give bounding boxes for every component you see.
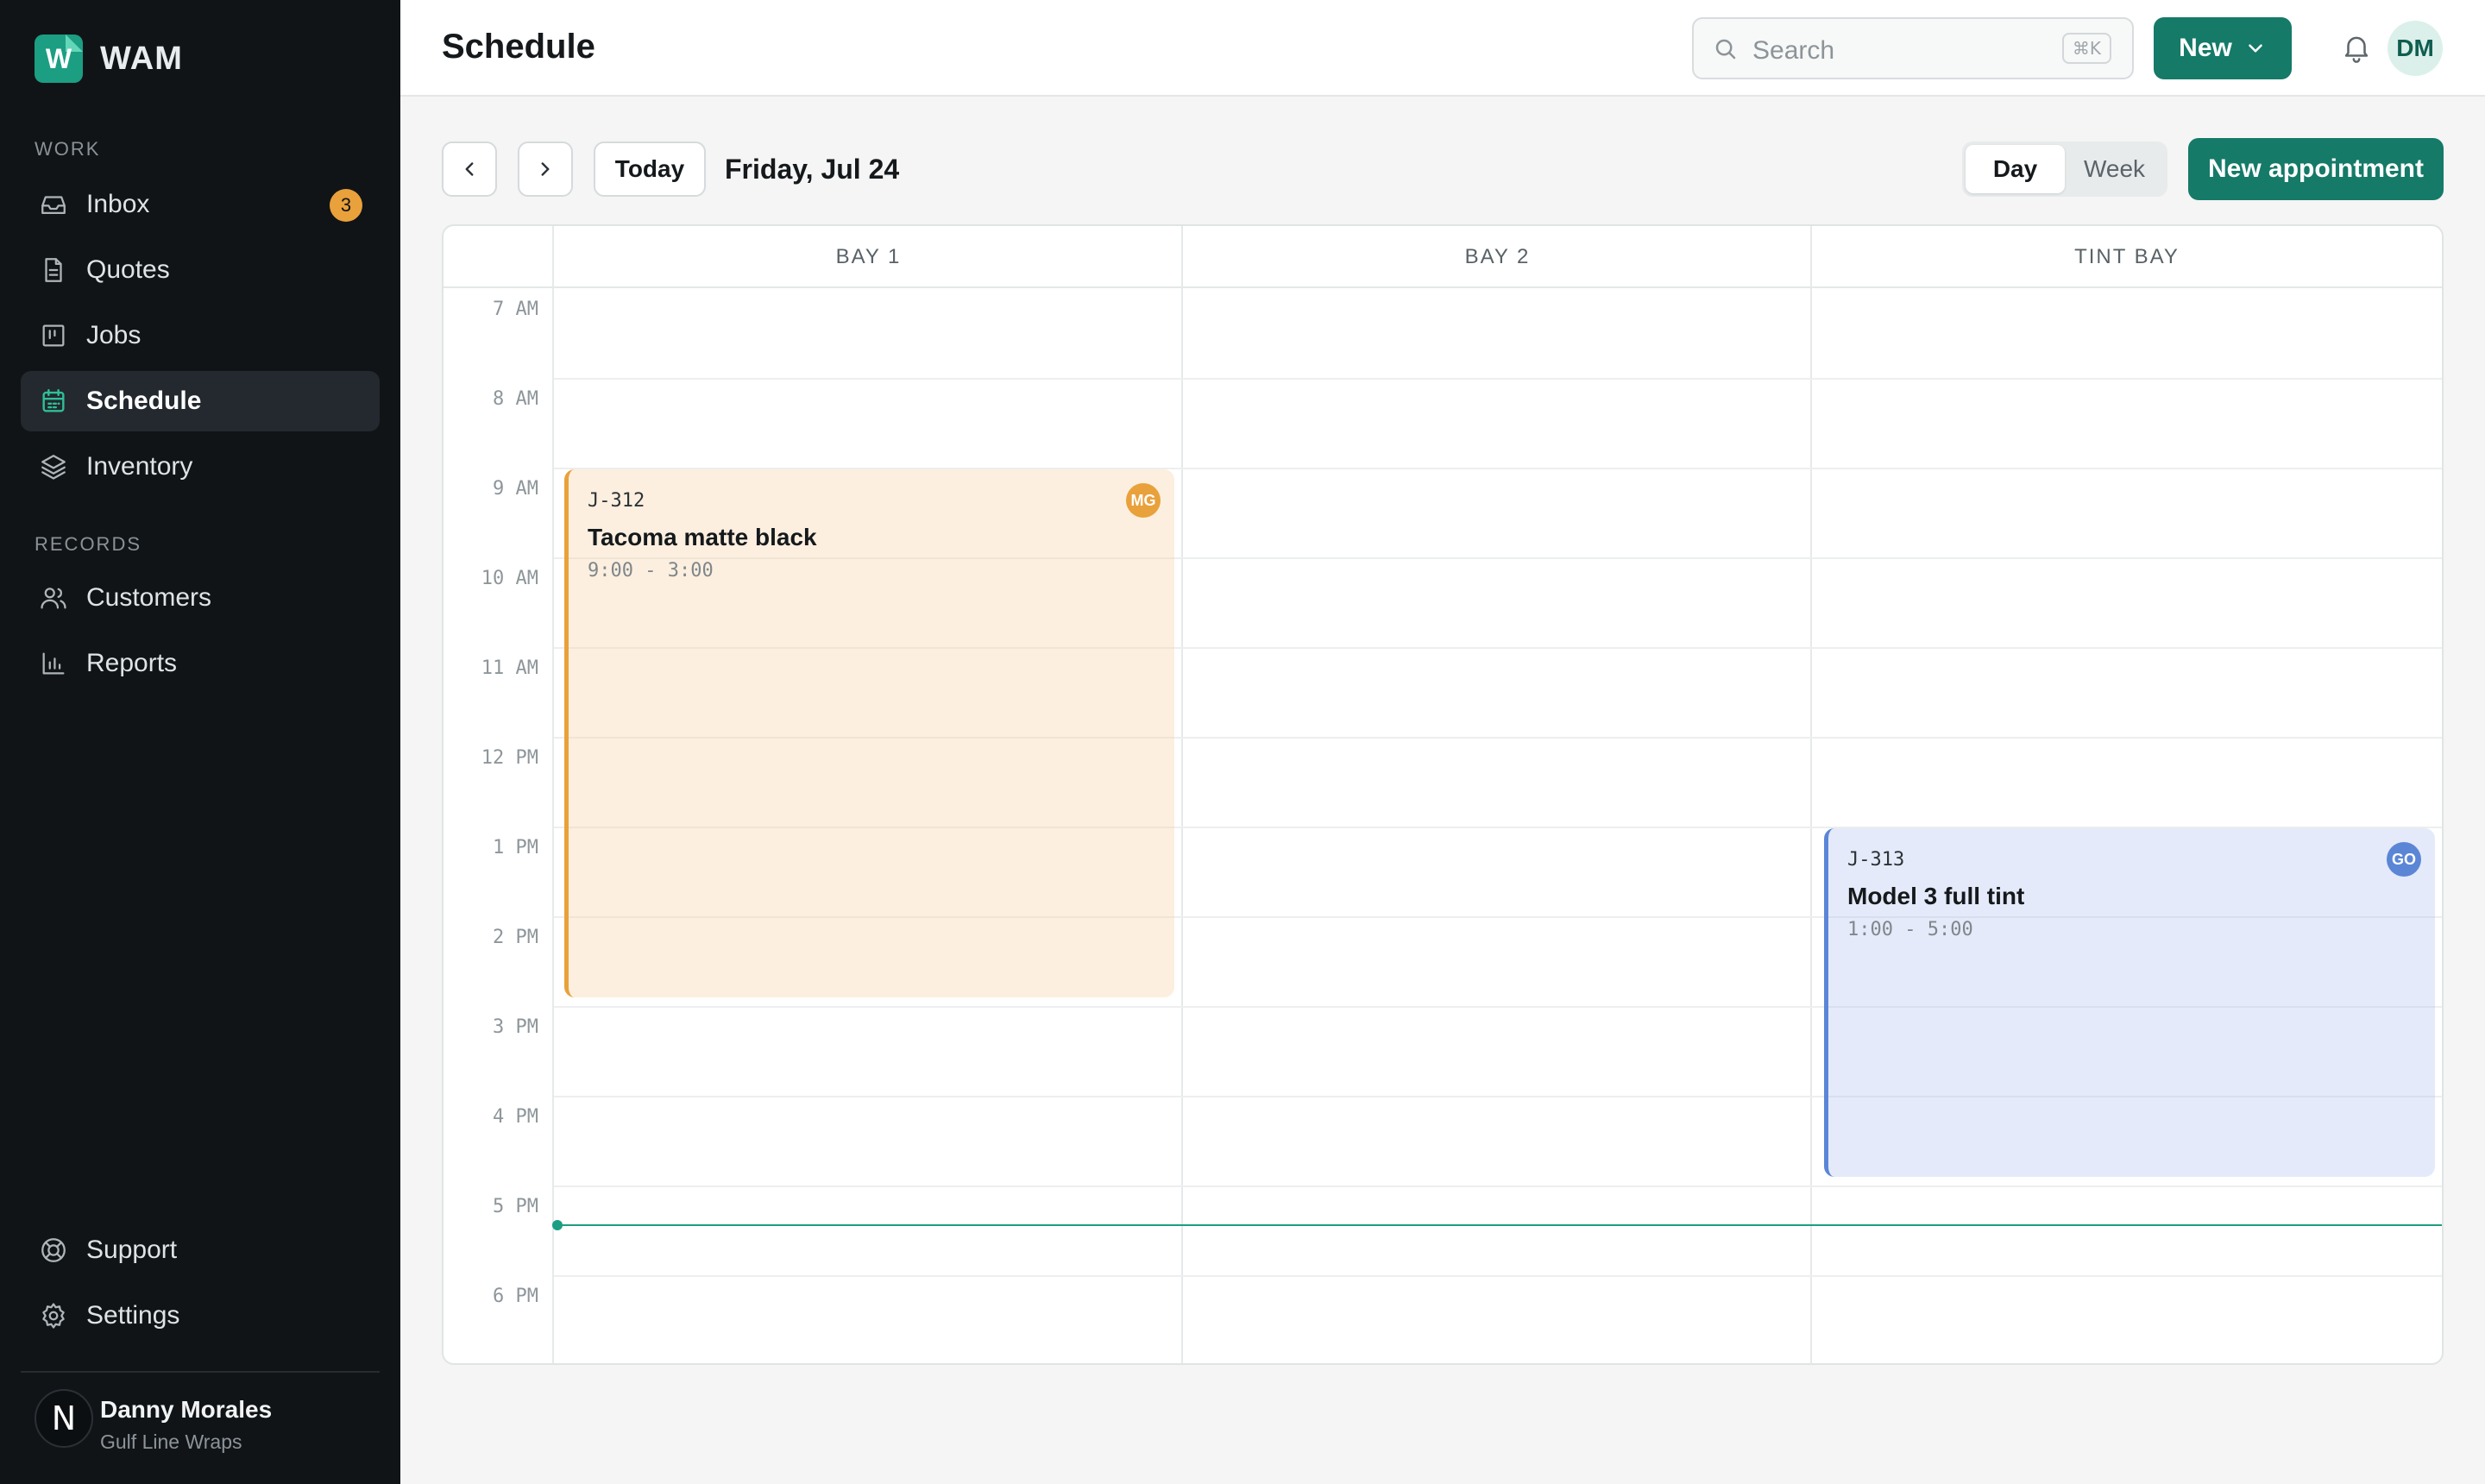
users-icon [38, 582, 69, 613]
time-label: 5 PM [493, 1196, 538, 1217]
layers-icon [38, 451, 69, 482]
current-time-line [557, 1224, 2442, 1226]
sidebar-item-label: Settings [86, 1301, 180, 1330]
appointment-time: 1:00 - 5:00 [1847, 919, 1973, 940]
assignee-avatar: GO [2387, 842, 2421, 877]
sidebar-item-label: Customers [86, 583, 212, 612]
sidebar-item-reports[interactable]: Reports [21, 633, 380, 694]
sidebar-item-inventory[interactable]: Inventory [21, 437, 380, 497]
column-divider [1181, 226, 1183, 1363]
wam-logo: W [35, 35, 83, 83]
appointment-card[interactable]: J-312 Tacoma matte black 9:00 - 3:00 MG [564, 469, 1174, 997]
hour-line [554, 378, 2442, 380]
time-label: 1 PM [493, 837, 538, 858]
current-time-dot [552, 1220, 563, 1230]
appointment-title: Tacoma matte black [588, 524, 817, 550]
assignee-avatar: MG [1126, 483, 1161, 518]
column-divider [1810, 226, 1812, 1363]
new-appointment-button[interactable]: New appointment [2188, 138, 2444, 200]
time-label: 3 PM [493, 1016, 538, 1038]
search-placeholder: Search [1752, 36, 1835, 65]
brand-name: WAM [100, 40, 183, 77]
bar-chart-icon [38, 648, 69, 679]
calendar-header: BAY 1 BAY 2 TINT BAY [444, 226, 2442, 288]
time-label: 9 AM [493, 478, 538, 500]
search-icon [1715, 39, 1736, 60]
time-gutter-divider [552, 226, 554, 1363]
kanban-icon [38, 320, 69, 351]
time-label: 8 AM [493, 388, 538, 410]
top-bar: Schedule Search ⌘K New DM [400, 0, 2485, 97]
calendar-icon [38, 386, 69, 417]
app-root: W WAM WORK Inbox 3 Quotes Jobs Schedule … [0, 0, 2485, 1484]
account-avatar[interactable]: DM [2387, 21, 2443, 76]
sidebar: W WAM WORK Inbox 3 Quotes Jobs Schedule … [0, 0, 400, 1484]
sidebar-item-label: Inbox [86, 190, 150, 218]
brand[interactable]: W WAM [35, 35, 183, 83]
gear-icon [38, 1300, 69, 1331]
time-label: 12 PM [481, 747, 538, 769]
new-button[interactable]: New [2154, 17, 2292, 79]
appointment-time: 9:00 - 3:00 [588, 560, 714, 582]
chevron-down-icon [2249, 44, 2262, 53]
page-title: Schedule [442, 28, 595, 66]
time-label: 11 AM [481, 657, 538, 679]
appointment-title: Model 3 full tint [1847, 883, 2025, 909]
user-avatar[interactable]: N [35, 1389, 93, 1448]
appointment-code: J-313 [1847, 849, 1905, 871]
current-date: Friday, Jul 24 [725, 154, 900, 185]
sidebar-item-settings[interactable]: Settings [21, 1286, 380, 1346]
sidebar-item-label: Reports [86, 649, 178, 677]
previous-day-button[interactable] [442, 141, 497, 197]
hour-line [554, 1185, 2442, 1187]
schedule-calendar: BAY 1 BAY 2 TINT BAY 7 AM 8 AM 9 AM 10 A… [442, 224, 2444, 1365]
appointment-card[interactable]: J-313 Model 3 full tint 1:00 - 5:00 GO [1824, 828, 2435, 1177]
sidebar-item-quotes[interactable]: Quotes [21, 240, 380, 300]
sidebar-item-label: Quotes [86, 255, 170, 284]
sidebar-item-label: Inventory [86, 452, 193, 481]
time-label: 10 AM [481, 568, 538, 589]
search-shortcut: ⌘K [2061, 33, 2111, 64]
time-label: 4 PM [493, 1106, 538, 1128]
time-label: 2 PM [493, 927, 538, 948]
column-header-tint-bay: TINT BAY [2074, 245, 2180, 268]
inbox-icon [38, 189, 69, 220]
hour-line [554, 1275, 2442, 1277]
section-label-records: RECORDS [35, 533, 142, 555]
inbox-count-badge: 3 [330, 189, 362, 222]
sidebar-item-customers[interactable]: Customers [21, 568, 380, 628]
time-label: 6 PM [493, 1286, 538, 1307]
section-label-work: WORK [35, 138, 101, 160]
next-day-button[interactable] [518, 141, 573, 197]
view-toggle: Day Week [1962, 141, 2167, 197]
user-name[interactable]: Danny Morales [100, 1396, 272, 1424]
sidebar-item-label: Support [86, 1236, 178, 1264]
lifebuoy-icon [38, 1235, 69, 1266]
today-button[interactable]: Today [594, 141, 706, 197]
sidebar-item-schedule[interactable]: Schedule [21, 371, 380, 431]
bell-icon[interactable] [2340, 31, 2373, 64]
sidebar-item-label: Jobs [86, 321, 142, 349]
sidebar-divider [21, 1371, 380, 1373]
column-header-bay-2: BAY 2 [1464, 245, 1531, 268]
sidebar-item-jobs[interactable]: Jobs [21, 305, 380, 366]
logo-letter: W [45, 42, 72, 74]
sidebar-item-support[interactable]: Support [21, 1220, 380, 1280]
chevron-right-icon [541, 162, 550, 176]
column-header-bay-1: BAY 1 [835, 245, 902, 268]
search-input[interactable]: Search ⌘K [1692, 17, 2134, 79]
week-view-tab[interactable]: Week [2065, 145, 2164, 193]
user-org: Gulf Line Wraps [100, 1431, 242, 1453]
document-icon [38, 255, 69, 286]
appointment-code: J-312 [588, 490, 645, 512]
time-label: 7 AM [493, 299, 538, 320]
day-view-tab[interactable]: Day [1966, 145, 2065, 193]
sidebar-item-inbox[interactable]: Inbox 3 [21, 174, 380, 235]
sidebar-item-label: Schedule [86, 387, 202, 415]
new-button-label: New [2179, 34, 2232, 62]
chevron-left-icon [465, 162, 474, 176]
